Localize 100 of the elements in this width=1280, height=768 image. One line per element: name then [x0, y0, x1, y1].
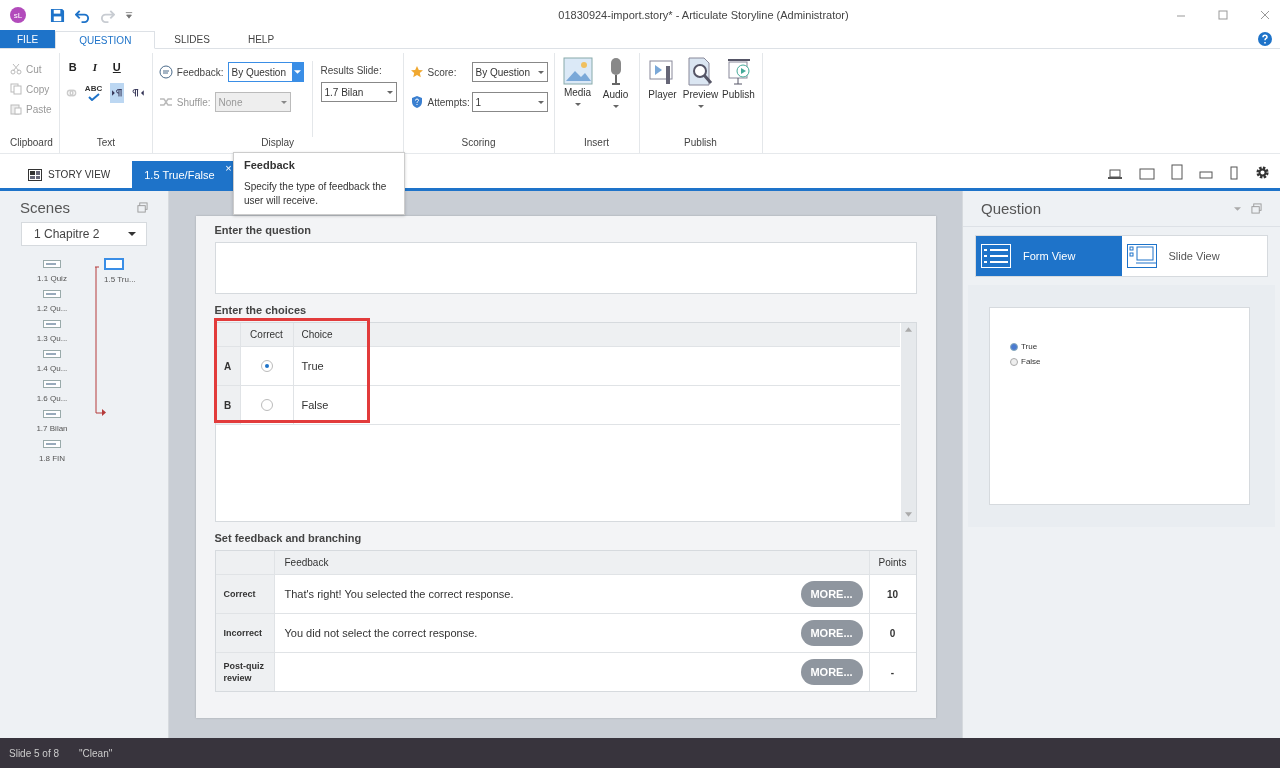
- publish-button[interactable]: Publish: [721, 57, 756, 137]
- phone-landscape-icon[interactable]: [1199, 170, 1213, 180]
- ribbon-tab[interactable]: SLIDES: [155, 30, 229, 48]
- caret-icon: [537, 70, 547, 74]
- view-tab[interactable]: Slide View: [1121, 236, 1267, 276]
- tooltip-title: Feedback: [244, 159, 296, 171]
- caret-icon: [612, 105, 619, 108]
- laptop-icon[interactable]: [1107, 168, 1123, 180]
- slide-label: 1.6 Qu...: [36, 394, 68, 403]
- paragraph-ltr-icon[interactable]: [110, 83, 124, 103]
- group-label: Scoring: [460, 137, 497, 150]
- format-button[interactable]: B: [65, 61, 80, 73]
- scrollbar[interactable]: [900, 323, 916, 521]
- field-label: Feedback:: [176, 66, 224, 78]
- preview-option-text: False: [1021, 357, 1041, 366]
- caret-icon: [697, 105, 704, 108]
- image-icon: [562, 57, 593, 85]
- clipboard-icon: [10, 103, 22, 115]
- feedback-dropdown[interactable]: By Question: [227, 62, 304, 82]
- star-icon: [409, 65, 424, 79]
- slide-thumbnail[interactable]: [43, 320, 61, 328]
- row-letter: A: [215, 347, 241, 385]
- document-tab[interactable]: STORY VIEW: [0, 161, 133, 188]
- group-label: Display: [260, 137, 296, 150]
- slide-label: 1.3 Qu...: [36, 334, 68, 343]
- points-value[interactable]: 10: [869, 575, 916, 613]
- slide-label: 1.1 Quiz: [37, 274, 67, 283]
- settings-icon[interactable]: [1255, 165, 1270, 180]
- publish-button[interactable]: Preview: [683, 57, 718, 137]
- ribbon-tab[interactable]: QUESTION: [55, 31, 156, 49]
- slide-label: 1.8 FIN: [38, 454, 66, 463]
- slide-label: 1.7 Bilan: [36, 424, 68, 433]
- slide-thumbnail[interactable]: [43, 440, 61, 448]
- group-label: Text: [95, 137, 116, 150]
- customize-icon[interactable]: [125, 11, 133, 19]
- group-label: Clipboard: [10, 137, 53, 150]
- speech-bubble-icon: [158, 65, 173, 79]
- slide-label: 1.2 Qu...: [36, 304, 68, 313]
- choice-text[interactable]: False: [293, 386, 900, 424]
- scene-dropdown[interactable]: 1 Chapitre 2: [21, 222, 147, 246]
- field-label: Attempts:: [427, 96, 468, 108]
- status-text: "Clean": [79, 747, 113, 759]
- shield-icon: [409, 95, 424, 109]
- app-logo: sL: [10, 7, 26, 23]
- field-label: Score:: [427, 66, 458, 78]
- list-icon: [981, 244, 1011, 268]
- window-title: 01830924-import.story* - Articulate Storyline (Administrator): [557, 9, 850, 21]
- tablet-portrait-icon[interactable]: [1171, 164, 1183, 180]
- slide-label: 1.5 Tru...: [104, 275, 136, 284]
- question-input[interactable]: [214, 242, 917, 294]
- save-icon[interactable]: [50, 7, 65, 23]
- ribbon-tab[interactable]: FILE: [0, 30, 56, 48]
- ribbon-tab[interactable]: HELP: [228, 30, 294, 48]
- points-value[interactable]: 0: [869, 614, 916, 652]
- slide-thumbnail[interactable]: [43, 260, 61, 268]
- panel-title: Question: [981, 200, 1042, 217]
- column-header: Points: [877, 556, 908, 570]
- section-label: Set feedback and branching: [214, 532, 363, 544]
- maximize-icon[interactable]: [1218, 10, 1228, 20]
- feedback-text[interactable]: That's right! You selected the correct response.: [284, 588, 514, 600]
- slide-thumbnail[interactable]: [43, 410, 61, 418]
- tooltip-text: Specify the type of feedback the user will receive.: [244, 180, 388, 208]
- score-dropdown[interactable]: By Question: [471, 62, 548, 82]
- close-icon[interactable]: [1260, 10, 1270, 20]
- section-label: Enter the question: [214, 224, 313, 236]
- spell-check-button[interactable]: ABC: [84, 85, 103, 101]
- slide-thumbnail[interactable]: [43, 380, 61, 388]
- insert-button[interactable]: Media: [560, 57, 595, 137]
- format-button[interactable]: U: [109, 61, 124, 73]
- preview-option-text: True: [1021, 342, 1038, 351]
- slide-layout-icon: [1126, 244, 1157, 268]
- tablet-landscape-icon[interactable]: [1139, 168, 1155, 180]
- help-icon[interactable]: [1258, 32, 1272, 46]
- attempts-dropdown[interactable]: 1: [471, 92, 548, 112]
- group-label: Insert: [583, 137, 610, 150]
- dropdown-arrow-icon[interactable]: [1234, 206, 1241, 211]
- caret-icon: [537, 100, 547, 104]
- column-header: Feedback: [274, 551, 870, 574]
- scissors-icon: [10, 63, 22, 75]
- slide-thumbnail[interactable]: [104, 258, 124, 270]
- slide-label: 1.4 Qu...: [36, 364, 68, 373]
- choice-text[interactable]: True: [293, 347, 900, 385]
- slide-thumbnail[interactable]: [43, 350, 61, 358]
- document-tab[interactable]: 1.5 True/False ×: [132, 161, 235, 188]
- results-slide-dropdown[interactable]: 1.7 Bilan: [320, 82, 397, 102]
- restore-icon[interactable]: [137, 202, 148, 213]
- feedback-text[interactable]: You did not select the correct response.: [284, 627, 478, 639]
- publish-button[interactable]: Player: [645, 57, 680, 137]
- caret-icon: [574, 103, 581, 106]
- phone-portrait-icon[interactable]: [1229, 166, 1239, 180]
- group-label: Publish: [683, 137, 718, 150]
- view-tab[interactable]: Form View: [976, 236, 1122, 276]
- insert-button[interactable]: Audio: [598, 57, 633, 137]
- restore-icon[interactable]: [1251, 203, 1262, 214]
- format-button[interactable]: I: [87, 61, 102, 73]
- slide-thumbnail[interactable]: [43, 290, 61, 298]
- row-label: Post-quiz review: [215, 653, 275, 691]
- points-value[interactable]: -: [869, 653, 916, 691]
- column-header: Choice: [300, 328, 334, 342]
- close-tab-icon[interactable]: ×: [225, 162, 232, 174]
